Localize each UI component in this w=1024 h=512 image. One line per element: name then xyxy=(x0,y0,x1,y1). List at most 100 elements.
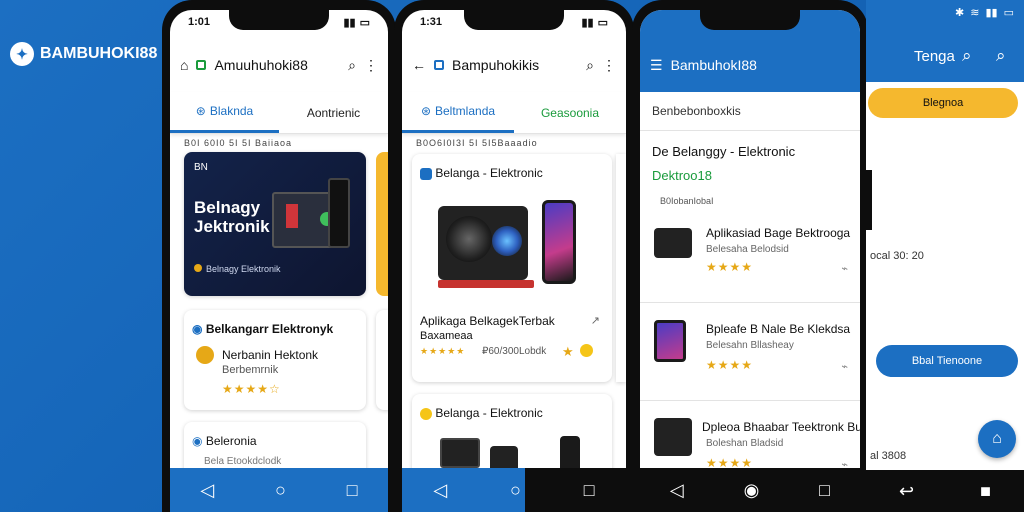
tab-bar: ⊛ Blaknda Aontrienic xyxy=(170,92,388,134)
electronics-illustration xyxy=(262,174,358,264)
card-meta: ₽60/300Lobdk xyxy=(482,346,547,357)
back-icon[interactable]: ← xyxy=(412,57,426,73)
floating-action-icon[interactable]: ⌂ xyxy=(978,420,1016,458)
tab-icon: ⊛ xyxy=(420,104,431,118)
product-card[interactable]: ◉ Belkangarr Elektronyk Nerbanin Hektonk… xyxy=(184,310,366,410)
item-title: Bpleafe B Nale Be Klekdsa xyxy=(706,322,851,336)
search-icon[interactable]: ⌕ xyxy=(586,57,594,74)
next-card-peek xyxy=(376,310,388,410)
share-icon[interactable]: ⌁ xyxy=(841,262,848,275)
recents-nav-icon[interactable]: ■ xyxy=(980,481,991,502)
tab-icon: ⊛ xyxy=(195,104,206,118)
page-heading: De Belanggy - Elektronic xyxy=(652,144,796,159)
phone-1-screen: 1:01 ▮▮ ▭ ⌂ Amuuhuhoki88 ⌕ ⋮ ⊛ Blaknda Aon… xyxy=(170,10,388,512)
brand-name: BAMBUHOKI88 xyxy=(40,45,158,62)
back-nav-icon[interactable]: ↩ xyxy=(899,481,914,502)
app-icon xyxy=(420,407,432,420)
tab-beltmlanda[interactable]: ⊛ Beltmlanda xyxy=(402,92,514,133)
meta-line-1: ocal 30: 20 xyxy=(870,250,924,262)
home-nav-icon[interactable]: ○ xyxy=(275,480,286,501)
filter-pill[interactable]: Blegnoa xyxy=(868,88,1018,118)
next-card-peek xyxy=(616,154,626,382)
tab-geasoonia[interactable]: Geasoonia xyxy=(514,92,626,133)
menu-icon[interactable]: ☰ xyxy=(650,57,663,74)
tab-bar: ⊛ Beltmlanda Geasoonia xyxy=(402,92,626,134)
recents-nav-icon[interactable]: □ xyxy=(584,480,595,501)
logo-icon: ✦ xyxy=(10,42,34,66)
item-thumb xyxy=(654,320,686,362)
banner-tag: BN xyxy=(194,162,208,173)
banner-card[interactable]: BN Belnagy Jektronik Belnagy Elektronik xyxy=(184,152,366,296)
content-area xyxy=(866,82,1024,470)
list-item[interactable]: Aplikasiad Bage Bektrooga Belesaha Belod… xyxy=(640,214,860,302)
card-title: Beleronia xyxy=(205,434,257,448)
back-nav-icon[interactable]: ◁ xyxy=(433,480,447,501)
item-title: Aplikasiad Bage Bektrooga xyxy=(706,226,851,240)
home-nav-icon[interactable]: ○ xyxy=(510,480,521,501)
edit-icon[interactable]: ↗ xyxy=(591,314,600,327)
search-icon-2[interactable]: ⌕ xyxy=(996,46,1006,66)
app-title: Amuuhuhoki88 xyxy=(214,57,308,73)
back-icon[interactable]: ⌂ xyxy=(180,57,188,73)
rating-stars: ★★★★☆ xyxy=(222,382,281,396)
speaker-phone-illustration xyxy=(438,200,588,300)
banner-title: Belnagy Jektronik xyxy=(194,198,270,236)
card-caption: Aplikaga BelkagekTerbak xyxy=(420,314,555,328)
item-sub: Belesahn Bllasheay xyxy=(706,340,794,351)
nav-bar: ◁ ◉ □ xyxy=(640,468,860,512)
more-icon[interactable]: ⋮ xyxy=(364,57,378,74)
signal-icon: ▮▮ xyxy=(581,17,594,29)
list-item[interactable]: Bpleafe B Nale Be Klekdsa Belesahn Bllas… xyxy=(640,308,860,400)
app-title: BambuhokI88 xyxy=(670,57,757,73)
star-icon: ★ xyxy=(562,344,574,359)
rating-stars: ★★★★ xyxy=(706,358,754,372)
status-bar: ✱ ≋ ▮▮ ▭ xyxy=(955,6,1014,19)
featured-card[interactable]: Belanga - Elektronic Aplikaga BelkagekTe… xyxy=(412,154,612,382)
card-line1: Bela Etookdclodk xyxy=(204,456,282,467)
badge-icon xyxy=(194,264,202,272)
banner-sub: Belnagy Elektronik xyxy=(194,264,281,274)
item-sub: Boleshan Bladsid xyxy=(706,438,784,449)
card-sub: Baxameaa xyxy=(420,330,473,342)
list-item[interactable]: Dpleoa Bhaabar Teektronk Bug Boleshan Bl… xyxy=(640,406,860,476)
signal-icon: ▮▮ xyxy=(343,17,356,29)
phone-2: 1:31 ▮▮ ▭ ← Bampuhokikis ⌕ ⋮ ⊛ Beltmlanda … xyxy=(394,0,634,512)
phone-2-screen: 1:31 ▮▮ ▭ ← Bampuhokikis ⌕ ⋮ ⊛ Beltmlanda … xyxy=(402,10,626,512)
status-time: 1:01 xyxy=(188,16,211,28)
status-bar: 1:31 ▮▮ ▭ xyxy=(402,16,626,29)
phone-4: ✱ ≋ ▮▮ ▭ Tenga ⌕ ⌕ Blegnoa ocal 30: 20 B… xyxy=(866,0,1024,512)
item-sub: Belesaha Belodsid xyxy=(706,244,789,255)
back-nav-icon[interactable]: ◁ xyxy=(670,480,684,501)
app-badge-icon xyxy=(196,60,207,70)
nav-bar: ◁ ○ □ xyxy=(170,468,388,512)
share-icon[interactable]: ⌁ xyxy=(841,360,848,373)
app-title: Bampuhokikis xyxy=(452,57,540,73)
back-nav-icon[interactable]: ◁ xyxy=(200,480,214,501)
info-icon: ◉ xyxy=(192,322,203,336)
recents-nav-icon[interactable]: □ xyxy=(819,480,830,501)
divider xyxy=(640,130,860,131)
search-icon[interactable]: ⌕ xyxy=(962,46,972,66)
card-line1: Nerbanin Hektonk xyxy=(222,348,319,362)
tab-aontrienic[interactable]: Aontrienic xyxy=(279,92,388,133)
more-icon[interactable]: ⋮ xyxy=(602,57,616,74)
app-icon xyxy=(420,167,432,180)
phone-1: 1:01 ▮▮ ▭ ⌂ Amuuhuhoki88 ⌕ ⋮ ⊛ Blaknda Aon… xyxy=(162,0,396,512)
divider xyxy=(640,302,860,303)
tablet-thumb xyxy=(440,438,480,468)
tab-blaknda[interactable]: ⊛ Blaknda xyxy=(170,92,279,133)
info-icon: ◉ xyxy=(192,434,203,448)
home-nav-icon[interactable]: ◉ xyxy=(744,480,760,501)
battery-icon: ▭ xyxy=(1003,7,1014,19)
search-icon[interactable]: ⌕ xyxy=(348,57,356,74)
bluetooth-icon: ✱ xyxy=(955,7,965,19)
nav-bar: ↩ ■ xyxy=(866,470,1024,512)
subline: B0I 60I0 5I 5I Baiiaoa xyxy=(184,138,293,148)
phone-3: ☰ BambuhokI88 Benbebonboxkis De Belanggy… xyxy=(632,0,868,512)
brand-logo: ✦ BAMBUHOKI88 xyxy=(10,42,157,66)
nav-bar: ◁ ○ □ xyxy=(402,468,626,512)
card-line2: Berbemrnik xyxy=(222,364,279,376)
primary-button[interactable]: Bbal Tienoone xyxy=(876,345,1018,377)
notch xyxy=(700,10,800,30)
recents-nav-icon[interactable]: □ xyxy=(347,480,358,501)
